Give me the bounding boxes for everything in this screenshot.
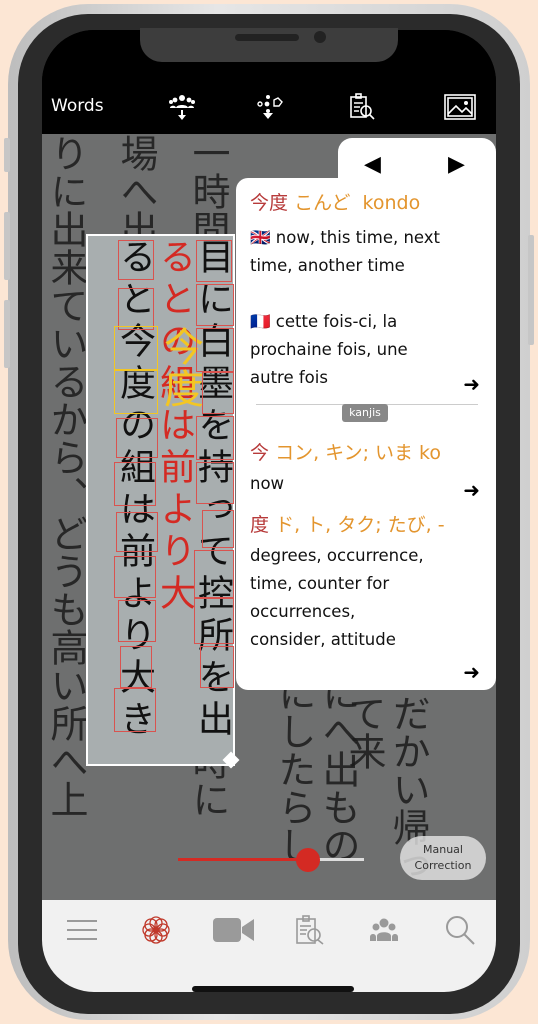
char-box bbox=[118, 240, 154, 280]
manual-correction-button[interactable]: Manual Correction bbox=[400, 836, 486, 880]
char-box bbox=[202, 372, 234, 414]
slider-knob[interactable] bbox=[296, 848, 321, 872]
speaker bbox=[235, 34, 299, 41]
english-definition: 🇬🇧 now, this time, next time, another ti… bbox=[250, 224, 440, 280]
char-box bbox=[116, 512, 158, 552]
char-box bbox=[114, 462, 156, 506]
char-box bbox=[114, 688, 156, 732]
manual-correction-label: Manual bbox=[423, 843, 463, 856]
word-kanji: 今度 bbox=[250, 192, 289, 214]
kanji-details-arrow-icon[interactable]: ➜ bbox=[463, 660, 480, 684]
background-text-column: りに出来ているから、どうも高い所へ上 bbox=[44, 134, 88, 818]
ocr-highlight-word[interactable]: 今度 bbox=[157, 326, 203, 410]
home-indicator[interactable] bbox=[192, 986, 354, 992]
char-box bbox=[118, 600, 156, 642]
french-definition: 🇫🇷 cette fois-ci, la prochaine fois, une… bbox=[250, 308, 440, 392]
char-box bbox=[120, 646, 152, 688]
char-box-selected[interactable] bbox=[114, 326, 158, 370]
next-arrow-icon[interactable]: ▶ bbox=[448, 152, 465, 177]
kanji-heading: 度 ド, ト, タク; たび, - bbox=[250, 510, 445, 537]
kanji-heading: 今 コン, キン; いま ko bbox=[250, 438, 441, 465]
kanji-details-arrow-icon[interactable]: ➜ bbox=[463, 478, 480, 502]
video-camera-icon[interactable] bbox=[212, 914, 256, 946]
kanji-meaning: degrees, occurrence, time, counter for o… bbox=[250, 546, 424, 649]
mute-switch bbox=[4, 138, 10, 172]
char-box bbox=[118, 288, 154, 330]
french-flag-icon: 🇫🇷 bbox=[250, 312, 271, 331]
kanji-meaning: now bbox=[250, 474, 285, 493]
word-romaji: kondo bbox=[362, 192, 421, 214]
volume-up-button bbox=[4, 212, 10, 280]
dictionary-popup: 今度 こんど kondo 🇬🇧 now, this time, next tim… bbox=[236, 178, 496, 690]
ocr-result-column: るとの組は前より大 bbox=[154, 238, 195, 616]
kanjis-badge: kanjis bbox=[342, 404, 388, 422]
word-heading: 今度 こんど kondo bbox=[250, 188, 420, 215]
char-box bbox=[200, 646, 234, 688]
word-kana: こんど bbox=[294, 192, 351, 214]
group-icon[interactable] bbox=[366, 914, 402, 946]
kanji-char: 今 bbox=[250, 442, 270, 464]
char-box bbox=[196, 462, 234, 504]
manual-correction-label: Correction bbox=[414, 859, 472, 872]
char-box bbox=[196, 328, 234, 372]
char-box bbox=[196, 240, 232, 282]
tab-bar bbox=[42, 900, 496, 992]
previous-arrow-icon[interactable]: ◀ bbox=[364, 152, 381, 177]
notch bbox=[140, 28, 398, 62]
word-details-arrow-icon[interactable]: ➜ bbox=[463, 372, 480, 396]
image-icon[interactable] bbox=[444, 94, 476, 120]
slider-track-fill[interactable] bbox=[178, 858, 309, 861]
char-box bbox=[196, 284, 234, 326]
page-title: Words bbox=[51, 96, 104, 116]
kanji-readings: ド, ト, タク; たび, - bbox=[275, 514, 445, 536]
clipboard-search-icon[interactable] bbox=[292, 914, 328, 946]
char-box bbox=[202, 510, 234, 548]
search-icon[interactable] bbox=[442, 914, 478, 946]
screen: Words りに出来ているから、どうも高い所へ上 場へ出るとの組は前より大きな奴… bbox=[42, 30, 496, 992]
english-definition-text: now, this time, next time, another time bbox=[250, 228, 441, 275]
uk-flag-icon: 🇬🇧 bbox=[250, 228, 271, 247]
front-camera bbox=[314, 31, 326, 43]
char-box bbox=[196, 416, 234, 460]
flower-icon[interactable] bbox=[138, 914, 174, 946]
char-box-selected[interactable] bbox=[114, 370, 158, 414]
kanji-readings: コン, キン; いま ko bbox=[275, 442, 442, 464]
volume-down-button bbox=[4, 300, 10, 368]
french-definition-text: cette fois-ci, la prochaine fois, une au… bbox=[250, 312, 408, 387]
group-share-icon[interactable] bbox=[168, 94, 196, 120]
clipboard-search-icon[interactable] bbox=[348, 93, 376, 120]
selection-area[interactable]: ると今度の組は前より大き 目に白墨を持って控所を出 るとの組は前より大 今度 bbox=[86, 234, 235, 766]
menu-icon[interactable] bbox=[64, 914, 100, 946]
kanji-char: 度 bbox=[250, 514, 270, 536]
char-box bbox=[194, 598, 234, 644]
flow-diagram-icon[interactable] bbox=[256, 94, 284, 120]
char-box bbox=[114, 556, 156, 598]
camera-view[interactable]: りに出来ているから、どうも高い所へ上 場へ出るとの組は前より大きな奴ば 一時間目… bbox=[42, 134, 496, 900]
char-box bbox=[194, 550, 234, 598]
power-button bbox=[528, 235, 534, 345]
char-box bbox=[116, 418, 158, 458]
